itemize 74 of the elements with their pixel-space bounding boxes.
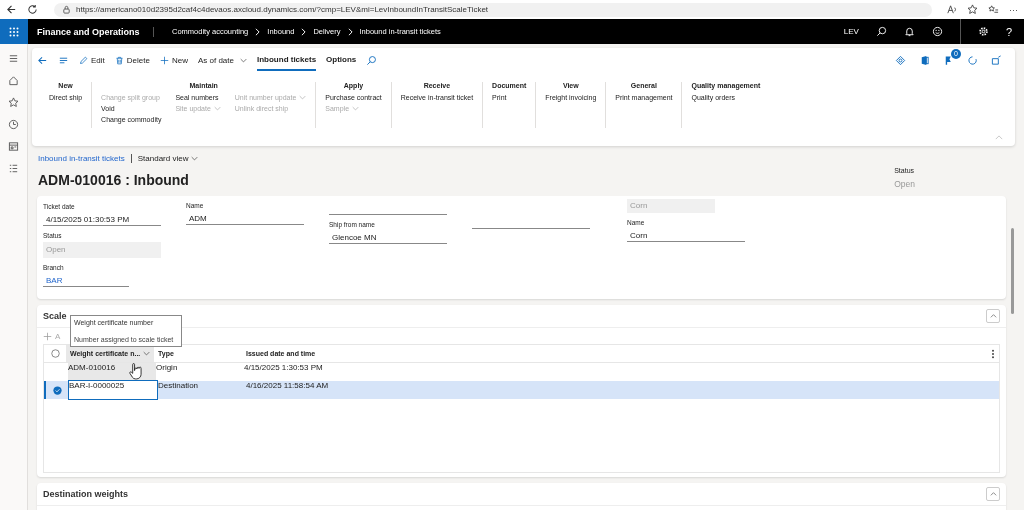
help-button[interactable]: ?	[1005, 25, 1012, 38]
checked-circle-icon[interactable]	[52, 385, 62, 395]
menu-icon[interactable]	[8, 53, 19, 64]
ribbon-tab[interactable]: Inbound tickets	[256, 49, 317, 71]
plus-icon	[43, 331, 52, 341]
flag-icon[interactable]	[943, 54, 954, 66]
as-of-date-dropdown[interactable]: As of date	[197, 55, 247, 65]
input-field[interactable]: ADM	[186, 212, 304, 225]
back-icon[interactable]	[6, 4, 17, 15]
chevron-down-icon	[299, 95, 307, 100]
chevron-right-icon	[255, 27, 261, 36]
waffle-icon	[9, 26, 19, 37]
chevron-down-icon	[239, 57, 247, 63]
company-picker[interactable]: LEV	[843, 27, 859, 36]
search-icon[interactable]	[875, 26, 887, 37]
grid-cell-text: Origin	[156, 363, 179, 374]
grid-row[interactable]: BAR-I-0000025 Destination 4/16/2025 11:58:54 AM	[44, 381, 999, 399]
settings-icon[interactable]	[977, 26, 989, 37]
grid-cell: ADM-010016	[68, 363, 156, 381]
diamond-icon[interactable]	[895, 54, 906, 66]
delete-button[interactable]: Delete	[114, 55, 150, 65]
page-link[interactable]: Inbound in-transit tickets	[38, 154, 125, 163]
grid-cell-text: Destination	[158, 381, 200, 392]
pencil-icon	[79, 55, 88, 65]
chevron-right-icon	[301, 27, 307, 36]
chevron-down-icon	[191, 156, 199, 161]
chevron-down-icon	[352, 106, 360, 111]
input-field[interactable]: Corn	[627, 229, 745, 242]
section-title: Scale	[43, 311, 67, 321]
read-aloud-icon[interactable]	[946, 4, 957, 15]
scrollbar[interactable]	[1011, 228, 1014, 314]
lock-icon	[62, 5, 71, 14]
chevron-right-icon	[347, 27, 353, 36]
edit-button[interactable]: Edit	[79, 55, 105, 65]
app-title: Finance and Operations	[28, 26, 154, 37]
status-value: Open	[894, 179, 915, 189]
input-field[interactable]: 4/15/2025 01:30:53 PM	[43, 213, 161, 226]
view-selector[interactable]: Standard view	[137, 154, 199, 163]
page-title: ADM-010016 : Inbound	[38, 172, 190, 188]
list-icon[interactable]	[8, 163, 19, 174]
readonly-field: Corn	[627, 199, 715, 213]
favorite-star-icon[interactable]	[967, 4, 978, 15]
app-launcher-button[interactable]	[0, 19, 28, 44]
lookup-field[interactable]: BAR	[43, 274, 129, 287]
star-icon[interactable]	[8, 97, 19, 108]
back-arrow-icon[interactable]	[37, 54, 48, 66]
home-icon[interactable]	[8, 75, 19, 86]
favorites-icon[interactable]	[988, 4, 999, 15]
more-menu[interactable]: ···	[1009, 4, 1018, 15]
chevron-down-icon	[143, 351, 151, 356]
select-all-circle-icon[interactable]	[50, 349, 60, 358]
caret-up-icon	[989, 492, 997, 496]
bell-icon[interactable]	[903, 26, 915, 37]
chevron-down-icon	[213, 106, 221, 111]
plus-icon	[159, 55, 169, 65]
office-icon[interactable]	[919, 54, 930, 66]
section-title: Destination weights	[43, 489, 128, 499]
more-options-icon[interactable]	[991, 348, 995, 359]
clock-icon[interactable]	[8, 119, 19, 130]
grid-cell: BAR-I-0000025	[68, 380, 158, 400]
readonly-field: Open	[43, 242, 161, 258]
input-field[interactable]: Glencoe MN	[329, 231, 447, 244]
grid-cell-text: 4/15/2025 1:30:53 PM	[244, 363, 324, 374]
pointer-cursor-icon	[129, 363, 142, 380]
refresh-icon[interactable]	[27, 4, 38, 15]
workspace-icon[interactable]	[8, 141, 19, 152]
grid-cell-text: 4/16/2025 11:58:54 AM	[246, 381, 330, 392]
caret-up-icon	[989, 314, 997, 318]
address-field[interactable]: https://americano010d2395d2caf4c4devaos.axcloud.dynamics.com/?cmp=LEV&mi=LevInboundInTransitScaleTicket	[54, 2, 932, 17]
ribbon-tab[interactable]: Options	[326, 49, 357, 71]
popout-icon[interactable]	[991, 54, 1002, 66]
trash-icon	[114, 55, 124, 65]
new-button[interactable]: New	[159, 55, 188, 65]
smiley-icon[interactable]	[931, 26, 943, 37]
